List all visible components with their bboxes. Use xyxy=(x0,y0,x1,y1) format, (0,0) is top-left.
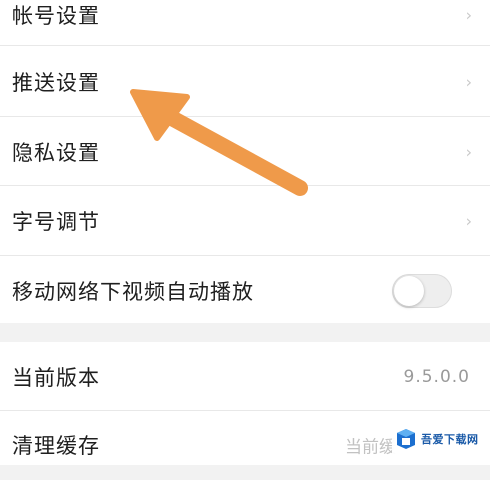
settings-item-autoplay: 移动网络下视频自动播放 xyxy=(0,256,490,326)
settings-item-label: 当前版本 xyxy=(12,366,100,390)
chevron-right-icon: › xyxy=(465,142,472,162)
settings-item-label: 字号调节 xyxy=(12,210,100,234)
autoplay-toggle[interactable] xyxy=(392,274,452,308)
settings-item-label: 隐私设置 xyxy=(12,141,100,165)
settings-item-font-size[interactable]: 字号调节 › xyxy=(0,186,490,256)
settings-item-label: 推送设置 xyxy=(12,71,100,95)
chevron-right-icon: › xyxy=(465,5,472,25)
cache-size-value: 当前缓 xyxy=(345,437,396,458)
settings-item-version: 当前版本 9.5.0.0 xyxy=(0,342,490,412)
watermark-logo-icon xyxy=(397,429,415,449)
chevron-right-icon: › xyxy=(465,211,472,231)
watermark: 吾爱下载网 xyxy=(392,420,484,458)
watermark-text: 吾爱下载网 xyxy=(421,433,479,446)
settings-item-account[interactable]: 帐号设置 › xyxy=(0,0,490,50)
settings-screen: 帐号设置 › 推送设置 › 隐私设置 › 字号调节 › 移动网络下视频自动播放 xyxy=(0,0,490,465)
chevron-right-icon: › xyxy=(465,72,472,92)
settings-item-push[interactable]: 推送设置 › xyxy=(0,47,490,117)
settings-item-label: 清理缓存 xyxy=(12,434,100,458)
divider xyxy=(0,45,490,46)
toggle-knob xyxy=(394,276,424,306)
settings-group-main: 帐号设置 › 推送设置 › 隐私设置 › 字号调节 › 移动网络下视频自动播放 xyxy=(0,0,490,323)
settings-item-label: 移动网络下视频自动播放 xyxy=(12,280,254,304)
version-value: 9.5.0.0 xyxy=(403,367,470,387)
settings-item-privacy[interactable]: 隐私设置 › xyxy=(0,117,490,187)
settings-item-label: 帐号设置 xyxy=(12,4,100,28)
